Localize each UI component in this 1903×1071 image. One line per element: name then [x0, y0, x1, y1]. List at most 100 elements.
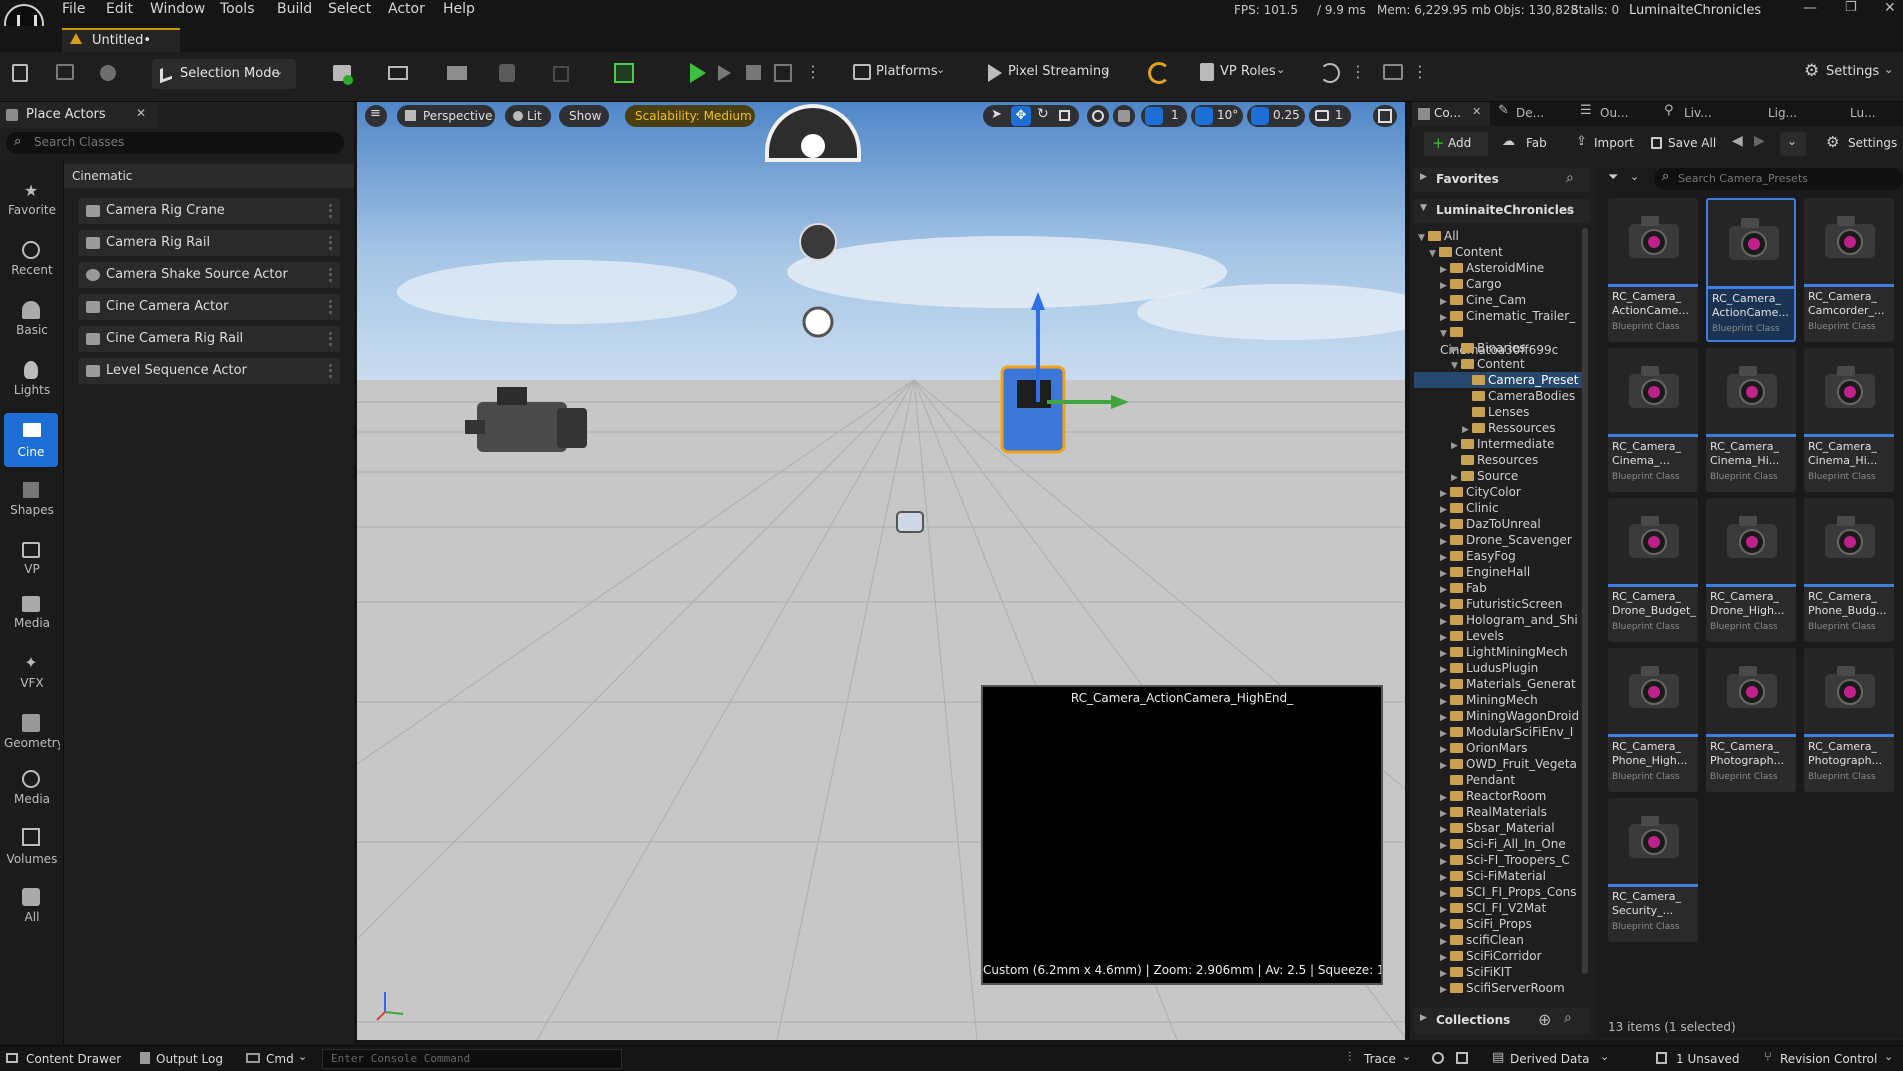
asset-tile[interactable]: RC_Camera_ Drone_High... Blueprint Class	[1706, 498, 1796, 642]
stop-icon[interactable]	[746, 65, 761, 80]
asset-tile[interactable]: RC_Camera_ Security_... Blueprint Class	[1608, 798, 1698, 942]
close-tab-icon[interactable]: ✕	[136, 106, 146, 120]
asset-tile[interactable]: RC_Camera_ Cinema_Hi... Blueprint Class	[1804, 348, 1894, 492]
cat-favorites[interactable]: Favorites	[8, 203, 56, 217]
actor-cine-camera[interactable]: Cine Camera Actor	[78, 294, 340, 320]
folder-tree-item[interactable]: ▶ Cine_Cam	[1414, 292, 1582, 308]
modeling-icon[interactable]	[499, 64, 515, 82]
scale-snap-button[interactable]: 0.25	[1247, 105, 1305, 127]
tab-lu[interactable]: Lu...	[1850, 106, 1876, 120]
maximize-icon[interactable]: ❐	[1845, 0, 1857, 15]
folder-tree-item[interactable]: ▶ Source	[1414, 468, 1582, 484]
output-log-button[interactable]: Output Log	[156, 1052, 223, 1066]
collections-header[interactable]: ▶ Collections ⊕ ⌕	[1414, 1008, 1590, 1034]
cat-recent[interactable]: Recent	[8, 263, 56, 277]
folder-tree-item[interactable]: ▶ EngineHall	[1414, 564, 1582, 580]
folder-tree-item[interactable]: ▶ Ressources	[1414, 420, 1582, 436]
folder-tree-item[interactable]: ▶ MiningWagonDroid	[1414, 708, 1582, 724]
folder-tree-item[interactable]: ▶ OWD_Fruit_Vegeta	[1414, 756, 1582, 772]
level-viewport[interactable]: ≡ Perspective Lit Show Scalability: Medi…	[357, 102, 1405, 1040]
folder-tree-item[interactable]: ▶ Cinematic_Trailer_	[1414, 308, 1582, 324]
menu-window[interactable]: Window	[150, 1, 205, 19]
expand-arrow-icon[interactable]: ▶	[1440, 982, 1450, 998]
actor-camera-rig-crane[interactable]: Camera Rig Crane	[78, 198, 340, 224]
camera-speed-button[interactable]: 1	[1309, 105, 1351, 127]
monitor-options-icon[interactable]: ⋮	[1412, 62, 1428, 81]
folder-tree-item[interactable]: ▶ MiningMech	[1414, 692, 1582, 708]
folder-tree-item[interactable]: ▶ ModularSciFiEnv_I	[1414, 724, 1582, 740]
tab-details[interactable]: De...	[1516, 106, 1544, 120]
folder-tree-item[interactable]: Lenses	[1414, 404, 1582, 420]
cat-all[interactable]: All	[8, 910, 56, 924]
folder-tree-item[interactable]: ▶ Hologram_and_Shi	[1414, 612, 1582, 628]
tab-light-mixer[interactable]: Lig...	[1768, 106, 1797, 120]
close-tab-icon[interactable]: ✕	[1472, 105, 1481, 118]
revision-control-button[interactable]: Revision Control	[1780, 1052, 1877, 1066]
player-start-gizmo[interactable]	[896, 511, 924, 533]
actor-camera-shake-source[interactable]: Camera Shake Source Actor	[78, 262, 340, 288]
reload-icon[interactable]	[1320, 63, 1340, 83]
save-icon[interactable]	[12, 64, 28, 82]
trace-button[interactable]: Trace	[1364, 1052, 1396, 1066]
folder-tree-item[interactable]: ▶ Binaries	[1414, 340, 1582, 356]
asset-tile[interactable]: RC_Camera_ Drone_Budget_ Blueprint Class	[1608, 498, 1698, 642]
folder-tree-item[interactable]: Camera_Preset	[1414, 372, 1582, 388]
fab-button[interactable]: Fab	[1526, 136, 1547, 150]
add-collection-icon[interactable]: ⊕	[1538, 1010, 1551, 1029]
play-options-icon[interactable]: ⋮	[805, 62, 821, 81]
cat-volumes[interactable]: Volumes	[4, 852, 60, 866]
monitor-icon[interactable]	[1383, 64, 1403, 80]
filter-icon[interactable]: ⏷	[1608, 170, 1618, 185]
folder-tree-item[interactable]: ▶ ReactorRoom	[1414, 788, 1582, 804]
favorites-search-icon[interactable]: ⌕	[1566, 170, 1574, 186]
record-icon[interactable]	[1432, 1052, 1444, 1064]
source-control-icon[interactable]	[100, 65, 116, 81]
cmd-dropdown[interactable]: Cmd	[266, 1052, 294, 1066]
rotation-snap-button[interactable]: 10°	[1191, 105, 1243, 127]
folder-tree-item[interactable]: ▶ EasyFog	[1414, 548, 1582, 564]
asset-tile[interactable]: RC_Camera_ ActionCame... Blueprint Class	[1608, 198, 1698, 342]
folder-tree-item[interactable]: ▶ Drone_Scavenger	[1414, 532, 1582, 548]
add-button[interactable]: + Add	[1424, 132, 1488, 156]
close-window-icon[interactable]: ✕	[1884, 0, 1896, 16]
folder-tree-item[interactable]: ▶ Sci-FiMaterial	[1414, 868, 1582, 884]
folder-tree-item[interactable]: ▶ AsteroidMine	[1414, 260, 1582, 276]
tree-scrollbar[interactable]	[1582, 228, 1588, 974]
actor-camera-rig-rail[interactable]: Camera Rig Rail	[78, 230, 340, 256]
cat-lights[interactable]: Lights	[8, 383, 56, 397]
scale-tool-icon[interactable]	[1059, 110, 1070, 121]
viewport-layout-button[interactable]	[1373, 105, 1397, 127]
directional-light-gizmo[interactable]	[802, 306, 834, 338]
folder-tree-item[interactable]: ▶ Levels	[1414, 628, 1582, 644]
folder-tree-item[interactable]: ▶ Fab	[1414, 580, 1582, 596]
asset-tile[interactable]: RC_Camera_ Photograph... Blueprint Class	[1706, 648, 1796, 792]
cat-vp[interactable]: VP	[8, 562, 56, 576]
cat-basic[interactable]: Basic	[8, 323, 56, 337]
blueprint-icon[interactable]	[388, 66, 408, 80]
folder-tree-item[interactable]: ▶ SCI_FI_V2Mat	[1414, 900, 1582, 916]
asset-tile[interactable]: RC_Camera_ Camcorder_... Blueprint Class	[1804, 198, 1894, 342]
cat-vfx[interactable]: VFX	[8, 676, 56, 690]
menu-file[interactable]: File	[62, 1, 85, 19]
play-icon[interactable]	[690, 63, 706, 83]
menu-edit[interactable]: Edit	[106, 1, 133, 19]
folder-tree-item[interactable]: ▶ RealMaterials	[1414, 804, 1582, 820]
folder-tree-item[interactable]: ▶ scifiClean	[1414, 932, 1582, 948]
folder-tree-item[interactable]: ▶ SciFiCorridor	[1414, 948, 1582, 964]
screenshot-icon[interactable]	[1456, 1052, 1468, 1064]
folder-tree-item[interactable]: ▶ Sci-Fi_All_In_One	[1414, 836, 1582, 852]
history-back-icon[interactable]: ◀	[1732, 133, 1743, 149]
folder-tree-item[interactable]: ▶ ScifiServerRoom	[1414, 980, 1582, 996]
folder-tree-item[interactable]: ▼Cinematoa30ff699c	[1414, 324, 1582, 357]
rotate-tool-icon[interactable]: ↻	[1037, 106, 1049, 122]
atmosphere-gizmo[interactable]	[799, 223, 837, 261]
project-root-header[interactable]: ▼ LuminaiteChronicles ⌕	[1414, 199, 1590, 223]
folder-tree-item[interactable]: ▶ Clinic	[1414, 500, 1582, 516]
perspective-button[interactable]: Perspective	[397, 105, 495, 127]
edit-mode-icon[interactable]	[553, 66, 569, 82]
import-button[interactable]: Import	[1594, 136, 1634, 150]
actor-level-sequence[interactable]: Level Sequence Actor	[78, 358, 340, 384]
asset-tile[interactable]: RC_Camera_ Phone_Budg... Blueprint Class	[1804, 498, 1894, 642]
asset-tile[interactable]: RC_Camera_ ActionCame... Blueprint Class	[1706, 198, 1796, 342]
grid-snap-button[interactable]: 1	[1141, 105, 1187, 127]
